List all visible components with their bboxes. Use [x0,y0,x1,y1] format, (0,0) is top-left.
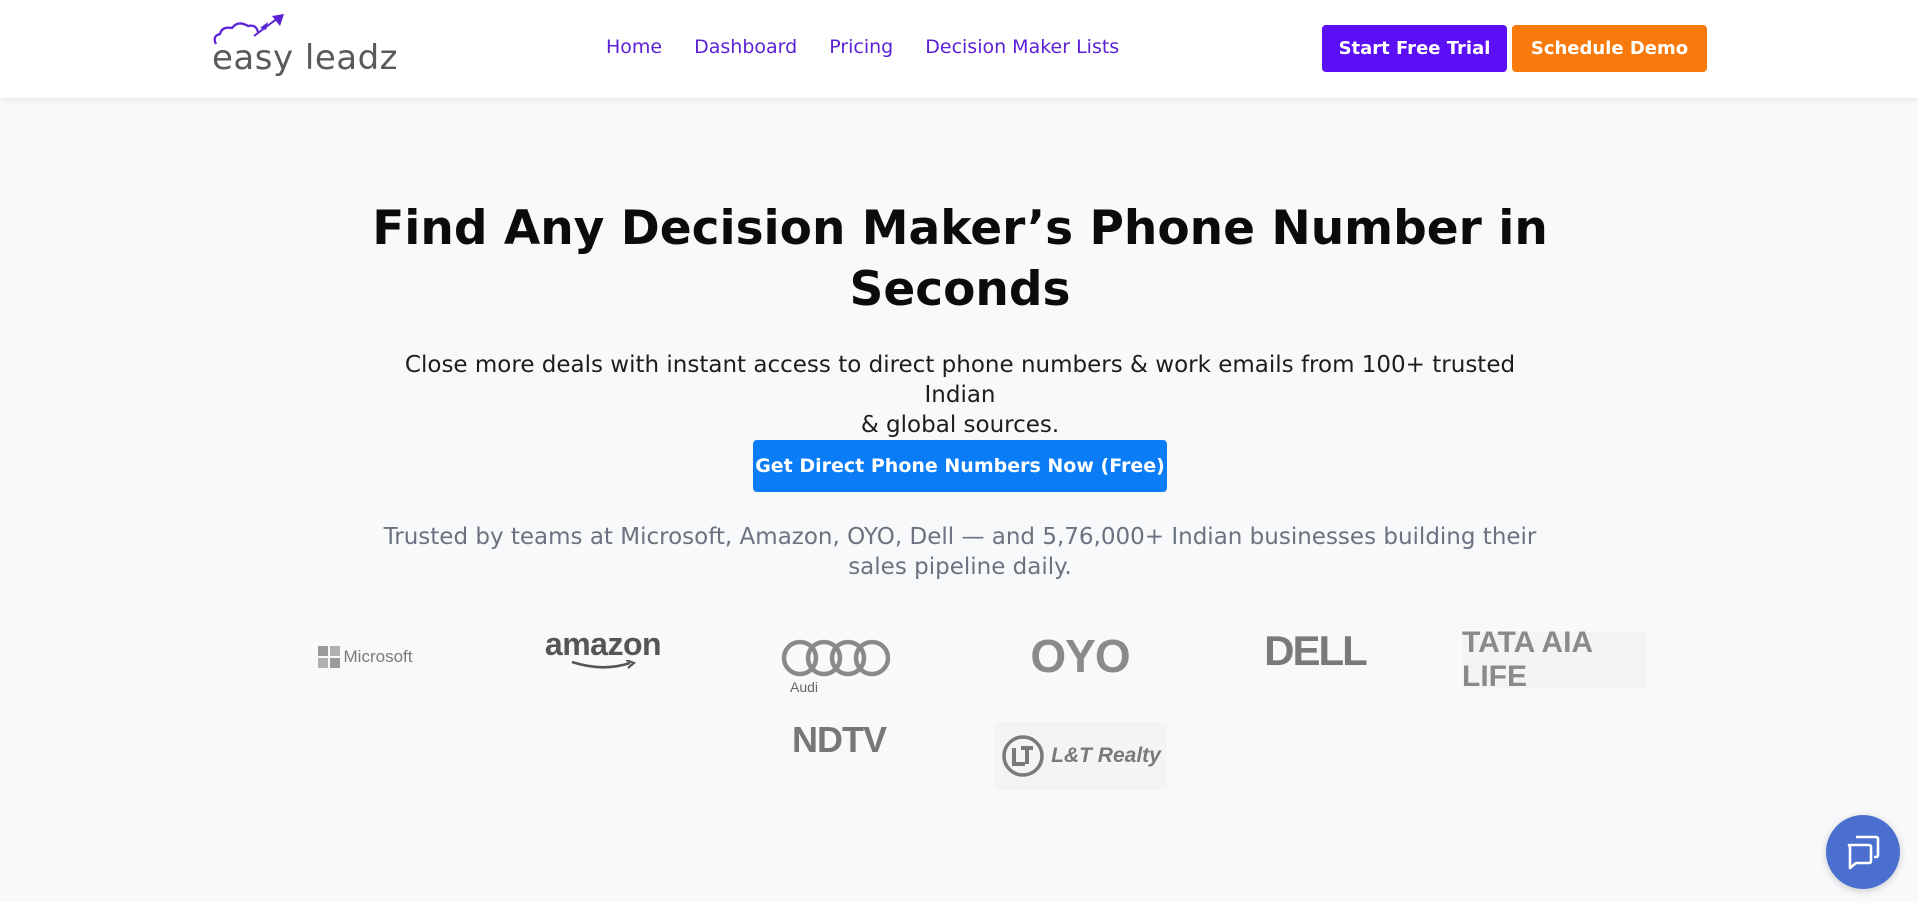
trusted-by-line-1: Trusted by teams at Microsoft, Amazon, O… [383,524,1537,550]
hero-title: Find Any Decision Maker’s Phone Number i… [360,198,1560,320]
audi-wordmark: Audi [790,679,819,695]
amazon-wordmark: amazon [544,626,662,662]
logo-text: easy leadz [212,38,399,78]
main-nav: Home Dashboard Pricing Decision Maker Li… [606,36,1119,58]
nav-decision-maker-lists[interactable]: Decision Maker Lists [925,36,1119,58]
audi-logo: Audi [780,630,906,702]
get-phone-numbers-button[interactable]: Get Direct Phone Numbers Now (Free) [753,440,1167,492]
ndtv-logo: NDTV [764,718,914,762]
schedule-demo-button[interactable]: Schedule Demo [1512,25,1707,72]
start-free-trial-button[interactable]: Start Free Trial [1322,25,1507,72]
hero-subtitle-line-1: Close more deals with instant access to … [404,352,1516,408]
chat-widget-button[interactable] [1826,815,1900,889]
oyo-logo: OYO [1020,628,1140,684]
lt-realty-logo: L&T Realty [995,722,1167,790]
trusted-by-text: Trusted by teams at Microsoft, Amazon, O… [380,522,1540,582]
easyleadz-logo[interactable]: easy leadz [210,14,398,80]
hero-subtitle: Close more deals with instant access to … [380,350,1540,440]
lt-emblem-icon [1002,735,1044,777]
top-navigation-bar: easy leadz Home Dashboard Pricing Decisi… [0,0,1918,98]
amazon-logo: amazon [538,624,668,674]
dell-logo: DELL [1250,626,1380,676]
microsoft-wordmark: Microsoft [343,647,413,666]
audi-rings-icon [781,639,890,677]
hero-title-line-1: Find Any Decision Maker’s Phone Number i… [372,201,1548,256]
dell-wordmark: DELL [1264,627,1368,674]
hero-title-line-2: Seconds [849,262,1071,317]
ndtv-wordmark: NDTV [792,719,887,760]
tata-aia-life-logo: TATA AIA LIFE [1462,626,1647,693]
nav-dashboard[interactable]: Dashboard [694,36,797,58]
oyo-wordmark: OYO [1030,630,1130,682]
chat-bubbles-icon [1847,835,1880,870]
tata-aia-life-wordmark: TATA AIA LIFE [1462,626,1592,693]
microsoft-squares-icon [317,646,340,668]
hero-subtitle-line-2: & global sources. [860,412,1060,438]
nav-home[interactable]: Home [606,36,662,58]
microsoft-logo: Microsoft [310,634,420,680]
lt-realty-wordmark: L&T Realty [1051,744,1161,767]
nav-pricing[interactable]: Pricing [829,36,893,58]
trusted-by-line-2: sales pipeline daily. [848,554,1072,580]
amazon-smile-icon [571,660,637,669]
